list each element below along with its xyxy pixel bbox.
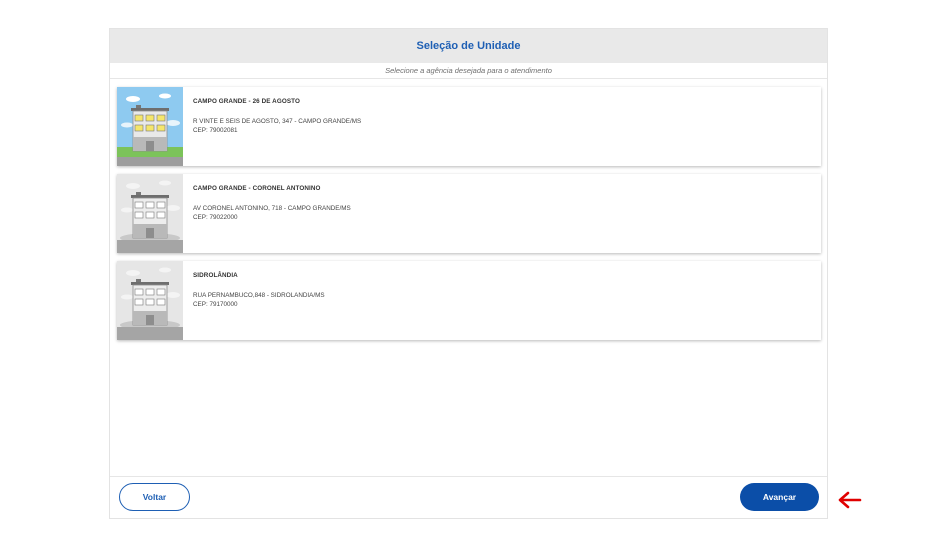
unit-address: AV CORONEL ANTONINO, 718 - CAMPO GRANDE/…	[193, 205, 351, 212]
next-button[interactable]: Avançar	[740, 483, 819, 511]
building-icon	[117, 87, 183, 166]
back-button[interactable]: Voltar	[119, 483, 190, 511]
unit-cep: CEP: 79002081	[193, 127, 238, 134]
unit-selection-panel: Seleção de Unidade Selecione a agência d…	[109, 28, 828, 519]
unit-address: RUA PERNAMBUCO,848 - SIDROLANDIA/MS	[193, 292, 325, 299]
unit-info: CAMPO GRANDE - CORONEL ANTONINO AV CORON…	[183, 174, 351, 253]
building-icon	[117, 261, 183, 340]
unit-cep: CEP: 79170000	[193, 301, 238, 308]
unit-info: SIDROLÂNDIA RUA PERNAMBUCO,848 - SIDROLA…	[183, 261, 325, 340]
unit-name: CAMPO GRANDE - 26 DE AGOSTO	[193, 98, 300, 105]
building-icon	[117, 174, 183, 253]
unit-list: CAMPO GRANDE - 26 DE AGOSTO R VINTE E SE…	[117, 87, 821, 348]
arrow-left-icon	[838, 491, 862, 509]
unit-card[interactable]: CAMPO GRANDE - 26 DE AGOSTO R VINTE E SE…	[117, 87, 821, 166]
instruction-text: Selecione a agência desejada para o aten…	[110, 63, 827, 79]
unit-card[interactable]: SIDROLÂNDIA RUA PERNAMBUCO,848 - SIDROLA…	[117, 261, 821, 340]
panel-footer: Voltar Avançar	[110, 476, 827, 518]
unit-name: CAMPO GRANDE - CORONEL ANTONINO	[193, 185, 321, 192]
unit-cep: CEP: 79022000	[193, 214, 238, 221]
unit-info: CAMPO GRANDE - 26 DE AGOSTO R VINTE E SE…	[183, 87, 361, 166]
unit-card[interactable]: CAMPO GRANDE - CORONEL ANTONINO AV CORON…	[117, 174, 821, 253]
unit-address: R VINTE E SEIS DE AGOSTO, 347 - CAMPO GR…	[193, 118, 362, 125]
page-title: Seleção de Unidade	[416, 40, 521, 52]
unit-name: SIDROLÂNDIA	[193, 272, 238, 279]
panel-header: Seleção de Unidade	[110, 29, 827, 63]
